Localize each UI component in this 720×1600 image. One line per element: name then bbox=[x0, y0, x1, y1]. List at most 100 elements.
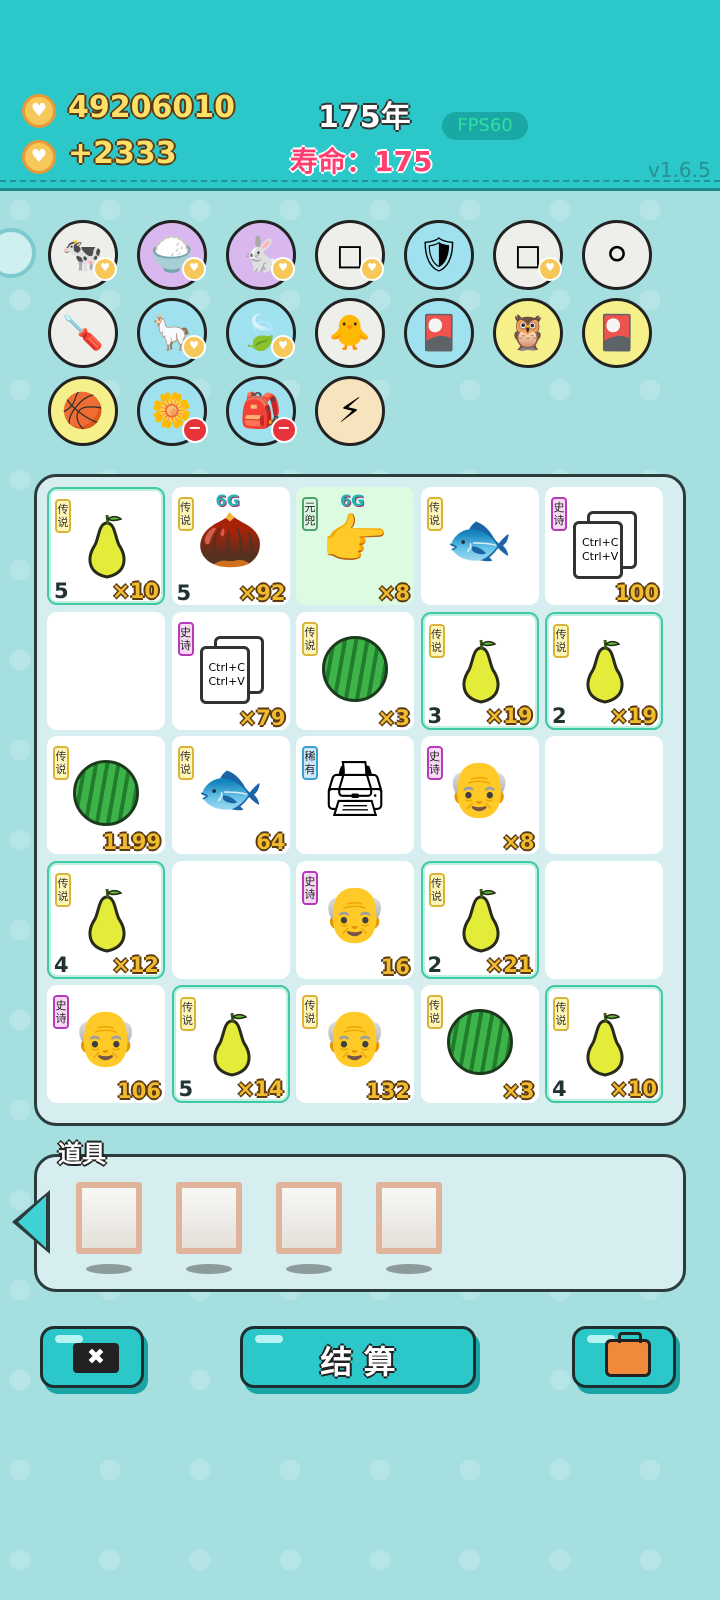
shield-wrench-icon[interactable]: 🛡 bbox=[404, 220, 474, 290]
rarity-tag: 传说 bbox=[428, 623, 445, 658]
item-level: 5 bbox=[54, 579, 69, 603]
settle-button[interactable]: 结 算 bbox=[240, 1326, 476, 1388]
rarity-tag: 史诗 bbox=[551, 497, 567, 531]
alpaca-icon[interactable]: 🦙 ♥ bbox=[137, 298, 207, 368]
inventory-cell-pear[interactable]: 传说 3 ×19 bbox=[420, 611, 539, 730]
sack-icon[interactable]: 🎒 − bbox=[226, 376, 297, 446]
empty-slot[interactable] bbox=[171, 860, 290, 979]
sugar-cubes-icon[interactable]: ◻ ♥ bbox=[315, 220, 385, 290]
item-count: ×12 bbox=[112, 952, 159, 977]
rarity-tag: 传说 bbox=[426, 995, 443, 1029]
inventory-cell-koi[interactable]: 传说 🐟 64 bbox=[171, 736, 290, 854]
empty-slot[interactable] bbox=[545, 860, 663, 979]
inventory-cell-pear[interactable]: 传说 2 ×21 bbox=[420, 860, 539, 979]
longan-icon: 🌰 bbox=[196, 508, 265, 571]
owls-icon[interactable]: 🦉 bbox=[493, 298, 563, 368]
version-label: v1.6.5 bbox=[648, 158, 711, 182]
item-count: 100 bbox=[615, 581, 659, 605]
card-pack-icon[interactable]: 🎴 bbox=[582, 298, 652, 368]
inventory-cell-pear[interactable]: 传说 5 ×14 bbox=[171, 985, 290, 1103]
flower-pot-icon[interactable]: 🌼 − bbox=[137, 376, 208, 446]
inventory-cell-oldman[interactable]: 史诗 👴 16 bbox=[296, 860, 414, 979]
inventory-cell-grandpa[interactable]: 传说 👴 132 bbox=[296, 985, 414, 1103]
inventory-cell-hand[interactable]: 元兜 6G 👉 ×8 bbox=[296, 487, 414, 605]
prop-slot[interactable] bbox=[76, 1182, 142, 1254]
sugar-cubes-icon[interactable]: ◻ ♥ bbox=[493, 220, 563, 290]
chick-egg-icon[interactable]: 🐥 bbox=[315, 298, 385, 368]
cow-twins-icon[interactable]: 🐄 ♥ bbox=[48, 220, 118, 290]
leaf-icon[interactable]: 🍃 ♥ bbox=[226, 298, 296, 368]
rarity-tag: 传说 bbox=[179, 997, 196, 1031]
item-level: 3 bbox=[427, 703, 443, 728]
top-bar: 49206010 +2333 175年 寿命：175 FPS60 v1.6.5 bbox=[0, 0, 720, 191]
item-count: ×79 bbox=[238, 705, 286, 730]
briefcase-icon bbox=[605, 1332, 651, 1377]
item-count: ×19 bbox=[485, 703, 533, 728]
lifespan-label: 寿命：175 bbox=[290, 145, 433, 178]
oldman-icon: 👴 bbox=[321, 881, 389, 945]
inventory-cell-pear[interactable]: 传说 4 ×10 bbox=[545, 985, 663, 1103]
basketballs-icon[interactable]: 🏀 bbox=[48, 376, 118, 446]
inventory-cell-melon[interactable]: 传说 1199 bbox=[47, 736, 165, 854]
inventory-cell-copy[interactable]: 史诗 Ctrl+C Ctrl+V ×79 bbox=[171, 611, 290, 730]
item-count: ×3 bbox=[377, 705, 410, 730]
inventory-cell-copy[interactable]: 史诗 Ctrl+C Ctrl+V 100 bbox=[545, 487, 663, 605]
inventory-cell-oldman[interactable]: 史诗 👴 ×8 bbox=[420, 736, 539, 854]
fps-badge: FPS60 bbox=[442, 112, 528, 140]
item-count: 106 bbox=[117, 1079, 161, 1103]
rarity-tag: 稀有 bbox=[302, 746, 318, 780]
button-gloss bbox=[55, 1335, 83, 1343]
inventory-cell-pear[interactable]: 传说 4 ×12 bbox=[47, 860, 165, 979]
inventory-cell-pear[interactable]: 传说 5 ×10 bbox=[47, 487, 165, 605]
bag-button[interactable] bbox=[572, 1326, 676, 1388]
inventory-cell-koi[interactable]: 传说 🐟 bbox=[420, 487, 539, 605]
slot-shadow bbox=[286, 1264, 332, 1274]
inventory-cell-printer[interactable]: 稀有 🖨 bbox=[296, 736, 414, 854]
item-level: 4 bbox=[552, 1077, 567, 1101]
rarity-tag: 传说 bbox=[426, 497, 443, 531]
rarity-tag: 史诗 bbox=[302, 870, 318, 905]
egg-tray-icon[interactable]: ⚪ bbox=[582, 220, 652, 290]
koi-icon: 🐟 bbox=[445, 508, 514, 571]
copy-paste-icon: Ctrl+C Ctrl+V bbox=[199, 635, 268, 704]
prop-slot[interactable] bbox=[376, 1182, 442, 1254]
props-prev-arrow[interactable] bbox=[12, 1190, 50, 1254]
inventory-cell-oldman[interactable]: 史诗 👴 106 bbox=[47, 985, 165, 1103]
item-count: ×21 bbox=[485, 952, 533, 977]
item-level: 2 bbox=[427, 952, 443, 977]
rarity-tag: 传说 bbox=[177, 497, 194, 531]
rarity-tag: 传说 bbox=[302, 621, 318, 656]
inventory-cell-melon[interactable]: 传说 ×3 bbox=[296, 611, 414, 730]
rarity-tag: 传说 bbox=[553, 997, 569, 1031]
item-count: ×19 bbox=[610, 703, 657, 728]
rarity-tag: 传说 bbox=[428, 872, 445, 907]
inventory-cell-melon[interactable]: 传说 ×3 bbox=[420, 985, 539, 1103]
prop-slot[interactable] bbox=[276, 1182, 342, 1254]
rarity-tag: 史诗 bbox=[53, 995, 69, 1029]
rice-bowl-icon[interactable]: 🍚 ♥ bbox=[137, 220, 207, 290]
slot-shadow bbox=[186, 1264, 232, 1274]
settle-label: 结 算 bbox=[320, 1343, 396, 1381]
rarity-tag: 传说 bbox=[55, 499, 71, 533]
rarity-tag: 史诗 bbox=[177, 621, 194, 656]
item-count: ×10 bbox=[610, 1077, 657, 1101]
rarity-tag: 元兜 bbox=[302, 497, 318, 531]
coin-icon bbox=[22, 140, 56, 174]
lightning-icon[interactable]: ⚡ bbox=[315, 376, 385, 446]
prop-slot[interactable] bbox=[176, 1182, 242, 1254]
empty-slot[interactable] bbox=[47, 611, 165, 730]
oldman-icon: 👴 bbox=[72, 1006, 140, 1069]
koi-icon: 🐟 bbox=[196, 757, 265, 820]
inventory-cell-longan[interactable]: 传说 6G 🌰 5 ×92 bbox=[171, 487, 290, 605]
screwdriver-icon[interactable]: 🪛 bbox=[48, 298, 118, 368]
rabbit-icon[interactable]: 🐇 ♥ bbox=[226, 220, 296, 290]
coin-total: 49206010 bbox=[68, 90, 235, 125]
grandpa-icon: 👴 bbox=[321, 1006, 389, 1069]
item-count: ×92 bbox=[238, 581, 286, 605]
card-pack-icon[interactable]: 🎴 bbox=[404, 298, 474, 368]
empty-slot[interactable] bbox=[545, 736, 663, 854]
inventory-cell-pear[interactable]: 传说 2 ×19 bbox=[545, 611, 663, 730]
item-count: ×8 bbox=[502, 830, 535, 854]
cancel-button[interactable]: ✖ bbox=[40, 1326, 144, 1388]
rarity-tag: 传说 bbox=[53, 746, 69, 780]
